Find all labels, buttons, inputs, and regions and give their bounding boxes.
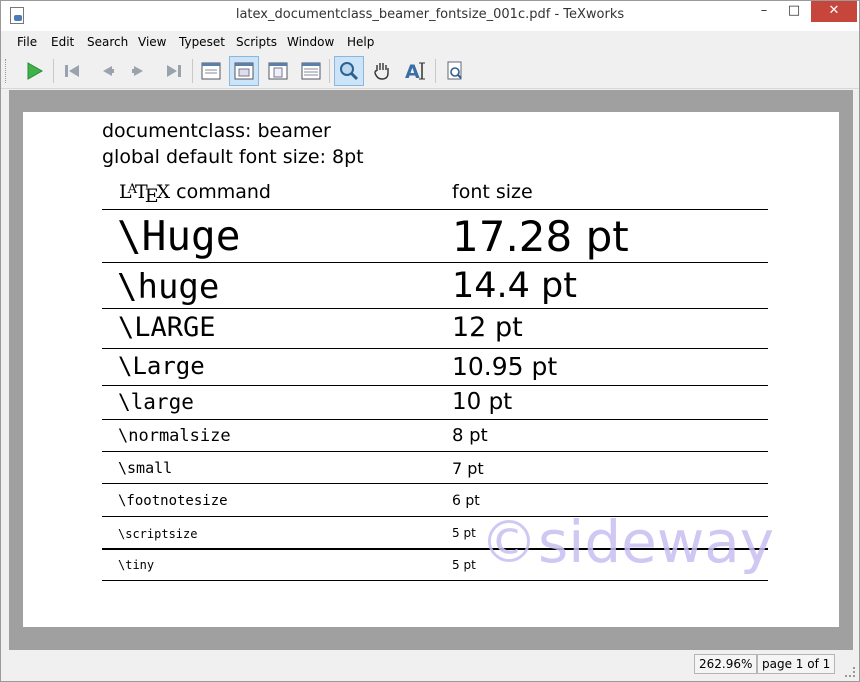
table-row-command: \Large [118,352,205,380]
table-rule [102,419,768,420]
table-row-size: 12 pt [452,312,523,343]
table-row-command: \huge [117,267,220,307]
table-rule [102,348,768,349]
toolbar-separator [329,59,330,83]
header-command: LATEX command [119,181,271,207]
toolbar-separator [435,59,436,83]
table-row-size: 5 pt [452,526,476,540]
menu-search[interactable]: Search [87,35,128,49]
single-page-icon[interactable] [196,56,226,86]
header-font-size: font size [452,181,533,203]
close-button[interactable]: ✕ [811,1,857,22]
table-row-command: \scriptsize [118,527,198,541]
zoom-level[interactable]: 262.96% [694,654,758,674]
menu-window[interactable]: Window [287,35,334,49]
first-page-icon[interactable] [57,56,87,86]
table-rule [102,385,768,386]
fit-window-icon[interactable] [296,56,326,86]
default-font-size-line: global default font size: 8pt [102,146,364,168]
toolbar-grip[interactable] [5,59,8,83]
hand-scroll-icon[interactable] [367,56,397,86]
fit-page-icon[interactable] [263,56,293,86]
table-rule [102,516,768,517]
table-rule [102,209,768,210]
table-rule [102,580,768,581]
table-row-size: 14.4 pt [452,266,577,306]
table-row-size: 6 pt [452,493,480,509]
table-row-command: \normalsize [118,426,231,446]
maximize-button[interactable]: □ [779,1,809,22]
table-row-size: 5 pt [452,558,476,572]
table-rule [102,483,768,484]
svg-text:A: A [405,61,420,82]
typeset-icon[interactable] [19,56,49,86]
toolbar-separator [192,59,193,83]
table-rule [102,308,768,309]
menu-bar: File Edit Search View Typeset Scripts Wi… [1,33,859,53]
table-rule [102,548,768,550]
menu-help[interactable]: Help [347,35,374,49]
table-row-command: \large [118,390,194,414]
status-bar: 262.96% page 1 of 1 [1,651,859,681]
minimize-button[interactable]: – [749,1,779,22]
window-title: latex_documentclass_beamer_fontsize_001c… [235,7,625,22]
find-icon[interactable] [440,56,470,86]
page-indicator[interactable]: page 1 of 1 [757,654,836,674]
table-row-command: \tiny [118,558,155,572]
toolbar-separator [53,59,54,83]
resize-grip[interactable] [845,667,855,677]
table-row-size: 10 pt [452,389,513,415]
table-row-command: \Huge [117,212,241,260]
table-rule [102,451,768,452]
table-row-size: 8 pt [452,425,488,446]
table-row-command: \small [118,459,173,477]
table-rule [102,262,768,263]
table-row-size: 10.95 pt [452,352,558,381]
previous-page-icon[interactable] [91,56,121,86]
menu-edit[interactable]: Edit [51,35,74,49]
last-page-icon[interactable] [159,56,189,86]
document-class-line: documentclass: beamer [102,120,331,142]
title-bar[interactable]: latex_documentclass_beamer_fontsize_001c… [1,1,859,31]
menu-view[interactable]: View [138,35,166,49]
menu-file[interactable]: File [17,35,37,49]
magnify-icon[interactable] [334,56,364,86]
table-row-command: \LARGE [118,312,216,343]
latex-logo: LATEX [119,181,171,207]
header-command-label: command [176,181,271,203]
table-row-size: 7 pt [452,459,484,478]
table-row-size: 17.28 pt [452,212,629,261]
pdf-page: documentclass: beamer global default fon… [23,112,839,627]
toolbar: A [1,53,859,89]
texworks-window: latex_documentclass_beamer_fontsize_001c… [0,0,860,682]
next-page-icon[interactable] [125,56,155,86]
select-text-icon[interactable]: A [401,56,431,86]
sideway-watermark: ©sideway [480,508,775,576]
pdf-viewer[interactable]: documentclass: beamer global default fon… [9,90,853,650]
table-row-command: \footnotesize [118,493,228,509]
menu-scripts[interactable]: Scripts [236,35,277,49]
fit-width-icon[interactable] [229,56,259,86]
menu-typeset[interactable]: Typeset [179,35,225,49]
